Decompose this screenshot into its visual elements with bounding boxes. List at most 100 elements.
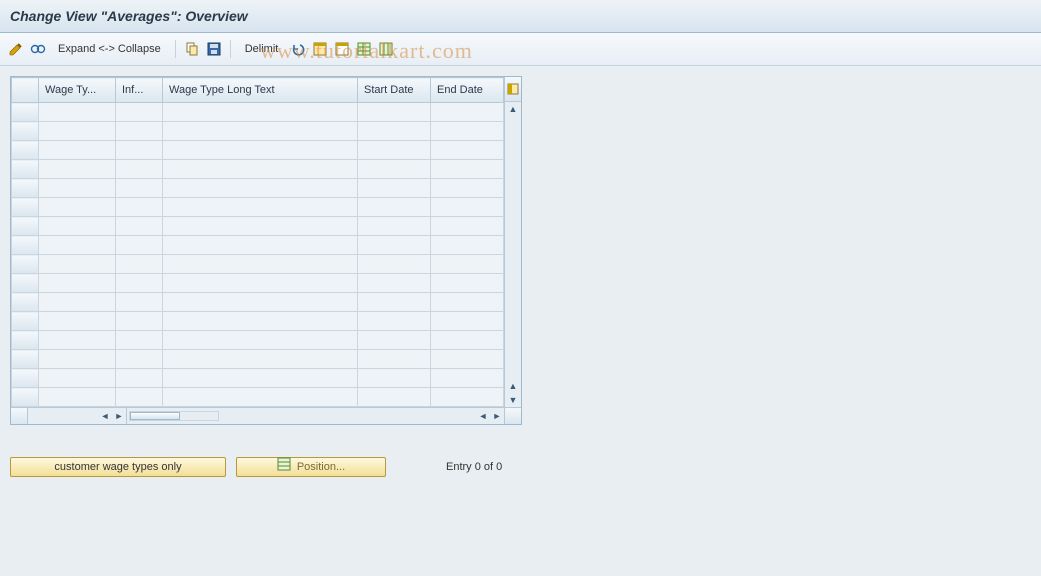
scroll-down-icon[interactable]: ▼ bbox=[505, 393, 521, 407]
cell[interactable] bbox=[39, 198, 116, 217]
cell[interactable] bbox=[39, 179, 116, 198]
scroll-track[interactable] bbox=[505, 116, 521, 379]
cell[interactable] bbox=[358, 198, 431, 217]
cell[interactable] bbox=[39, 103, 116, 122]
cell[interactable] bbox=[163, 236, 358, 255]
col-header-end-date[interactable]: End Date bbox=[431, 78, 504, 103]
cell[interactable] bbox=[163, 312, 358, 331]
cell[interactable] bbox=[163, 198, 358, 217]
row-selector[interactable] bbox=[12, 293, 39, 312]
row-selector[interactable] bbox=[12, 236, 39, 255]
cell[interactable] bbox=[116, 369, 163, 388]
cell[interactable] bbox=[163, 274, 358, 293]
delimit-button[interactable]: Delimit bbox=[239, 43, 285, 55]
cell[interactable] bbox=[358, 274, 431, 293]
cell[interactable] bbox=[358, 388, 431, 407]
row-selector[interactable] bbox=[12, 217, 39, 236]
row-selector[interactable] bbox=[12, 179, 39, 198]
horizontal-scrollbar[interactable]: ◄ ► ◄ ► bbox=[11, 407, 521, 424]
table-row[interactable] bbox=[12, 388, 504, 407]
deselect-all-icon[interactable] bbox=[334, 41, 350, 57]
cell[interactable] bbox=[358, 217, 431, 236]
cell[interactable] bbox=[163, 217, 358, 236]
cell[interactable] bbox=[163, 179, 358, 198]
cell[interactable] bbox=[116, 103, 163, 122]
data-table[interactable]: Wage Ty... Inf... Wage Type Long Text St… bbox=[11, 77, 504, 407]
cell[interactable] bbox=[39, 141, 116, 160]
row-selector[interactable] bbox=[12, 255, 39, 274]
cell[interactable] bbox=[116, 217, 163, 236]
cell[interactable] bbox=[116, 179, 163, 198]
row-selector[interactable] bbox=[12, 388, 39, 407]
cell[interactable] bbox=[116, 160, 163, 179]
cell[interactable] bbox=[431, 388, 504, 407]
cell[interactable] bbox=[358, 331, 431, 350]
row-selector-header[interactable] bbox=[12, 78, 39, 103]
table-row[interactable] bbox=[12, 255, 504, 274]
cell[interactable] bbox=[39, 312, 116, 331]
cell[interactable] bbox=[431, 103, 504, 122]
cell[interactable] bbox=[163, 293, 358, 312]
scroll-right-icon[interactable]: ► bbox=[490, 408, 504, 424]
table-row[interactable] bbox=[12, 179, 504, 198]
cell[interactable] bbox=[39, 255, 116, 274]
undo-icon[interactable] bbox=[290, 41, 306, 57]
cell[interactable] bbox=[358, 179, 431, 198]
scroll-left-icon[interactable]: ◄ bbox=[98, 408, 112, 424]
cell[interactable] bbox=[116, 312, 163, 331]
table-row[interactable] bbox=[12, 331, 504, 350]
row-selector[interactable] bbox=[12, 141, 39, 160]
cell[interactable] bbox=[163, 122, 358, 141]
cell[interactable] bbox=[39, 331, 116, 350]
table-row[interactable] bbox=[12, 198, 504, 217]
cell[interactable] bbox=[358, 160, 431, 179]
cell[interactable] bbox=[39, 388, 116, 407]
cell[interactable] bbox=[39, 160, 116, 179]
cell[interactable] bbox=[431, 122, 504, 141]
hscroll-thumb[interactable] bbox=[130, 412, 180, 420]
cell[interactable] bbox=[431, 141, 504, 160]
cell[interactable] bbox=[431, 293, 504, 312]
table-row[interactable] bbox=[12, 103, 504, 122]
table-row[interactable] bbox=[12, 350, 504, 369]
cell[interactable] bbox=[358, 236, 431, 255]
cell[interactable] bbox=[358, 369, 431, 388]
cell[interactable] bbox=[39, 350, 116, 369]
cell[interactable] bbox=[39, 369, 116, 388]
cell[interactable] bbox=[163, 160, 358, 179]
cell[interactable] bbox=[116, 293, 163, 312]
table-row[interactable] bbox=[12, 141, 504, 160]
customer-wage-types-button[interactable]: customer wage types only bbox=[10, 457, 226, 477]
cell[interactable] bbox=[358, 312, 431, 331]
table-row[interactable] bbox=[12, 122, 504, 141]
table-settings-icon[interactable] bbox=[356, 41, 372, 57]
table-row[interactable] bbox=[12, 236, 504, 255]
row-selector[interactable] bbox=[12, 122, 39, 141]
cell[interactable] bbox=[431, 255, 504, 274]
cell[interactable] bbox=[163, 103, 358, 122]
cell[interactable] bbox=[358, 141, 431, 160]
cell[interactable] bbox=[431, 350, 504, 369]
cell[interactable] bbox=[358, 255, 431, 274]
table-row[interactable] bbox=[12, 217, 504, 236]
cell[interactable] bbox=[431, 312, 504, 331]
expand-collapse-button[interactable]: Expand <-> Collapse bbox=[52, 43, 167, 55]
cell[interactable] bbox=[116, 255, 163, 274]
cell[interactable] bbox=[431, 274, 504, 293]
copy-icon[interactable] bbox=[184, 41, 200, 57]
display-icon[interactable] bbox=[30, 41, 46, 57]
table-row[interactable] bbox=[12, 312, 504, 331]
cell[interactable] bbox=[163, 369, 358, 388]
select-all-icon[interactable] bbox=[312, 41, 328, 57]
row-selector[interactable] bbox=[12, 369, 39, 388]
cell[interactable] bbox=[163, 255, 358, 274]
row-selector[interactable] bbox=[12, 198, 39, 217]
vertical-scrollbar[interactable]: ▲ ▲ ▼ bbox=[504, 77, 521, 407]
row-selector[interactable] bbox=[12, 160, 39, 179]
cell[interactable] bbox=[431, 369, 504, 388]
cell[interactable] bbox=[116, 141, 163, 160]
cell[interactable] bbox=[116, 122, 163, 141]
col-header-wage-type[interactable]: Wage Ty... bbox=[39, 78, 116, 103]
cell[interactable] bbox=[431, 198, 504, 217]
scroll-right-icon[interactable]: ► bbox=[112, 408, 126, 424]
